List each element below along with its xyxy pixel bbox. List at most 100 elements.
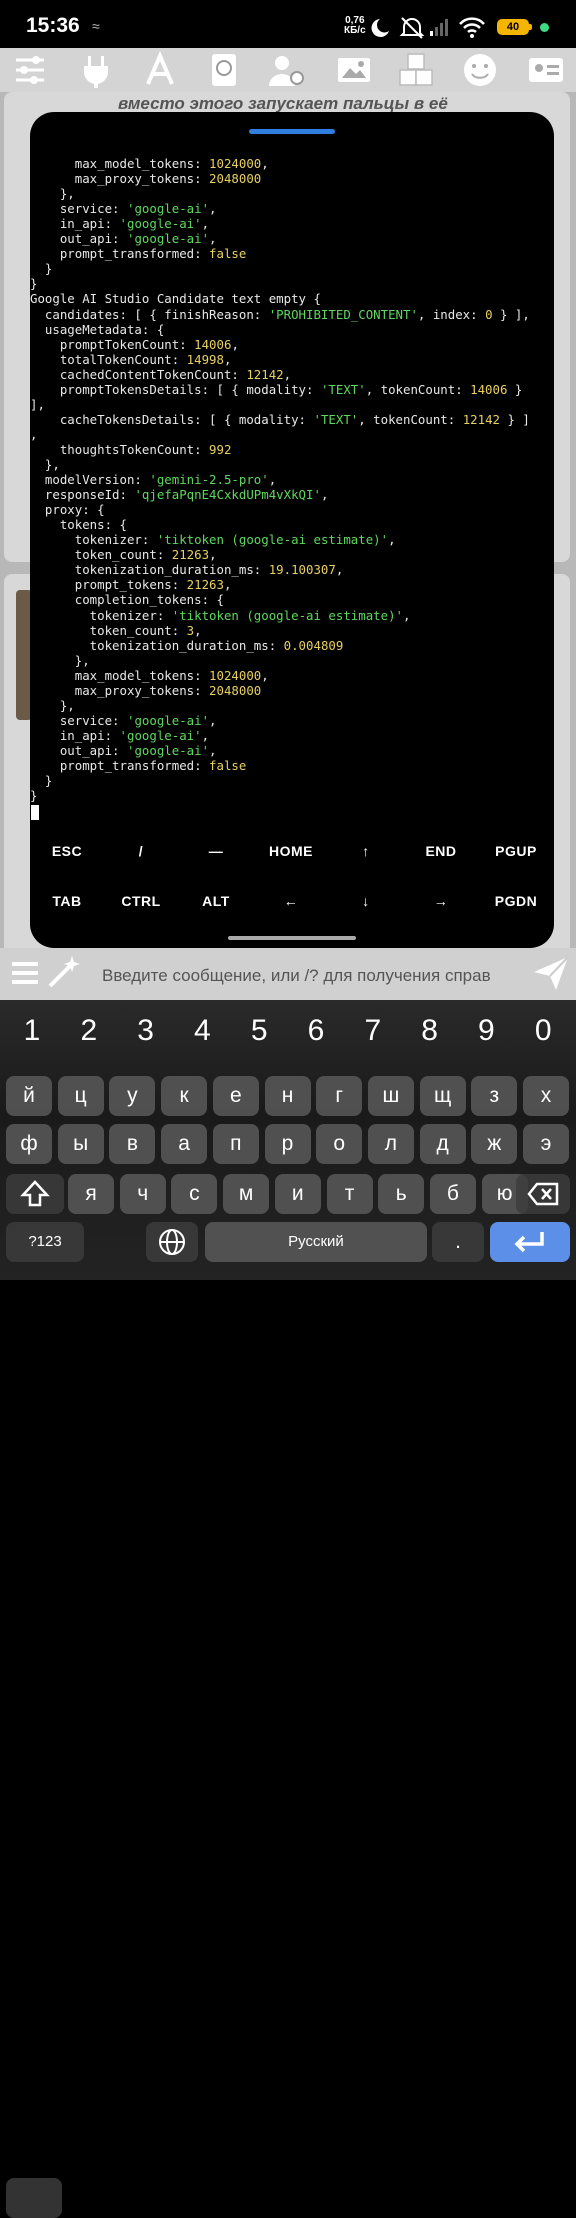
smiley-icon[interactable]	[460, 50, 500, 90]
terminal-token: ,	[194, 622, 202, 638]
terminal-token: 14006	[470, 381, 508, 397]
extra-key-row1-2[interactable]: —	[179, 836, 253, 866]
drag-handle[interactable]	[249, 129, 335, 134]
symbols-key[interactable]: ?123	[6, 1222, 84, 1262]
terminal-token: , tokenCount:	[365, 381, 471, 397]
letter-key[interactable]: п	[212, 1124, 259, 1164]
number-key[interactable]: 4	[182, 1014, 222, 1048]
extensions-icon[interactable]	[396, 50, 436, 90]
extra-key-row2-0[interactable]: TAB	[30, 886, 104, 916]
letter-key[interactable]: м	[223, 1174, 270, 1214]
extra-key-row2-4[interactable]: ↓	[329, 886, 403, 916]
send-icon[interactable]	[532, 954, 570, 992]
number-key[interactable]: 3	[126, 1014, 166, 1048]
letter-key[interactable]: к	[161, 1076, 208, 1116]
letter-key[interactable]: д	[419, 1124, 466, 1164]
number-key[interactable]: 9	[466, 1014, 506, 1048]
number-key[interactable]: 8	[410, 1014, 450, 1048]
persona-icon[interactable]	[266, 50, 306, 90]
number-key[interactable]: 5	[239, 1014, 279, 1048]
letter-key[interactable]: е	[212, 1076, 259, 1116]
letter-key[interactable]: ы	[57, 1124, 104, 1164]
letter-key[interactable]: в	[109, 1124, 156, 1164]
letter-key[interactable]: ц	[57, 1076, 104, 1116]
period-key[interactable]: .	[432, 1222, 484, 1262]
extra-key-row2-1[interactable]: CTRL	[104, 886, 178, 916]
extra-key-row1-0[interactable]: ESC	[30, 836, 104, 866]
message-input[interactable]: Введите сообщение, или /? для получения …	[102, 966, 491, 986]
terminal-line: },	[30, 457, 60, 472]
extra-key-row2-5[interactable]: →	[404, 886, 478, 916]
shift-key[interactable]	[6, 1174, 64, 1214]
terminal-line: usageMetadata: {	[30, 322, 164, 337]
extra-key-row2-2[interactable]: ALT	[179, 886, 253, 916]
terminal-token: in_api:	[30, 727, 120, 743]
extra-key-row1-1[interactable]: /	[104, 836, 178, 866]
letter-key[interactable]: б	[429, 1174, 476, 1214]
backspace-key[interactable]	[516, 1174, 570, 1214]
terminal-line: max_proxy_tokens: 2048000	[30, 171, 262, 186]
terminal-token: } ]	[500, 411, 530, 427]
terminal-line: promptTokenCount: 14006,	[30, 337, 239, 352]
letter-key[interactable]: щ	[419, 1076, 466, 1116]
letter-key[interactable]: т	[326, 1174, 373, 1214]
terminal-output[interactable]: max_model_tokens: 1024000, max_proxy_tok…	[30, 156, 554, 816]
number-key[interactable]: 0	[523, 1014, 563, 1048]
enter-key[interactable]	[490, 1222, 570, 1262]
letter-key[interactable]: ь	[378, 1174, 425, 1214]
letter-key[interactable]: з	[471, 1076, 518, 1116]
number-key[interactable]: 6	[296, 1014, 336, 1048]
letter-key[interactable]: я	[68, 1174, 114, 1214]
letter-key[interactable]: ф	[6, 1124, 52, 1164]
number-key[interactable]: 2	[69, 1014, 109, 1048]
terminal-token: out_api:	[30, 231, 127, 247]
message-composer: Введите сообщение, или /? для получения …	[0, 948, 576, 1000]
extra-key-row2-6[interactable]: PGDN	[479, 886, 553, 916]
terminal-line: },	[30, 698, 75, 713]
letter-key[interactable]: г	[316, 1076, 363, 1116]
letter-key[interactable]: р	[264, 1124, 311, 1164]
letter-key[interactable]: с	[171, 1174, 218, 1214]
terminal-line: cacheTokensDetails: [ { modality: 'TEXT'…	[30, 412, 530, 427]
space-key[interactable]: Русский	[205, 1222, 427, 1262]
number-key[interactable]: 1	[12, 1014, 52, 1048]
terminal-token: promptTokensDetails: [ { modality:	[30, 381, 321, 397]
letter-key[interactable]: а	[161, 1124, 208, 1164]
book-icon[interactable]	[204, 50, 244, 90]
user-card-icon[interactable]	[526, 50, 566, 90]
extra-key-row1-6[interactable]: PGUP	[479, 836, 553, 866]
terminal-sheet[interactable]: max_model_tokens: 1024000, max_proxy_tok…	[30, 112, 554, 948]
sliders-icon[interactable]	[10, 50, 50, 90]
letter-key[interactable]: н	[264, 1076, 311, 1116]
letter-key[interactable]: х	[523, 1076, 569, 1116]
extra-key-row1-5[interactable]: END	[404, 836, 478, 866]
terminal-line: out_api: 'google-ai',	[30, 743, 217, 758]
language-key[interactable]	[146, 1222, 198, 1262]
terminal-token: ,	[209, 742, 217, 758]
letter-key[interactable]: ш	[367, 1076, 414, 1116]
privacy-dot	[540, 23, 549, 32]
number-key[interactable]: 7	[353, 1014, 393, 1048]
plug-icon[interactable]	[76, 50, 116, 90]
shift-key[interactable]	[6, 2178, 62, 2218]
terminal-token: prompt_transformed:	[30, 246, 210, 262]
letter-key[interactable]: ч	[119, 1174, 166, 1214]
menu-icon[interactable]	[10, 958, 40, 988]
letter-key[interactable]: л	[367, 1124, 414, 1164]
terminal-token: prompt_tokens:	[30, 577, 187, 593]
terminal-line: }	[30, 773, 52, 788]
letter-key[interactable]: й	[6, 1076, 52, 1116]
letter-key[interactable]: ж	[471, 1124, 518, 1164]
letter-key[interactable]: э	[523, 1124, 569, 1164]
extra-key-row1-3[interactable]: HOME	[254, 836, 328, 866]
letter-key[interactable]: у	[109, 1076, 156, 1116]
font-icon[interactable]	[140, 50, 180, 90]
terminal-token: 21263	[171, 547, 210, 563]
magic-wand-icon[interactable]	[46, 954, 82, 990]
image-icon[interactable]	[334, 50, 374, 90]
extra-key-row2-3[interactable]: ←	[254, 886, 328, 916]
extra-key-row1-4[interactable]: ↑	[329, 836, 403, 866]
letter-key[interactable]: и	[274, 1174, 321, 1214]
terminal-token: }	[30, 788, 38, 804]
letter-key[interactable]: о	[316, 1124, 363, 1164]
